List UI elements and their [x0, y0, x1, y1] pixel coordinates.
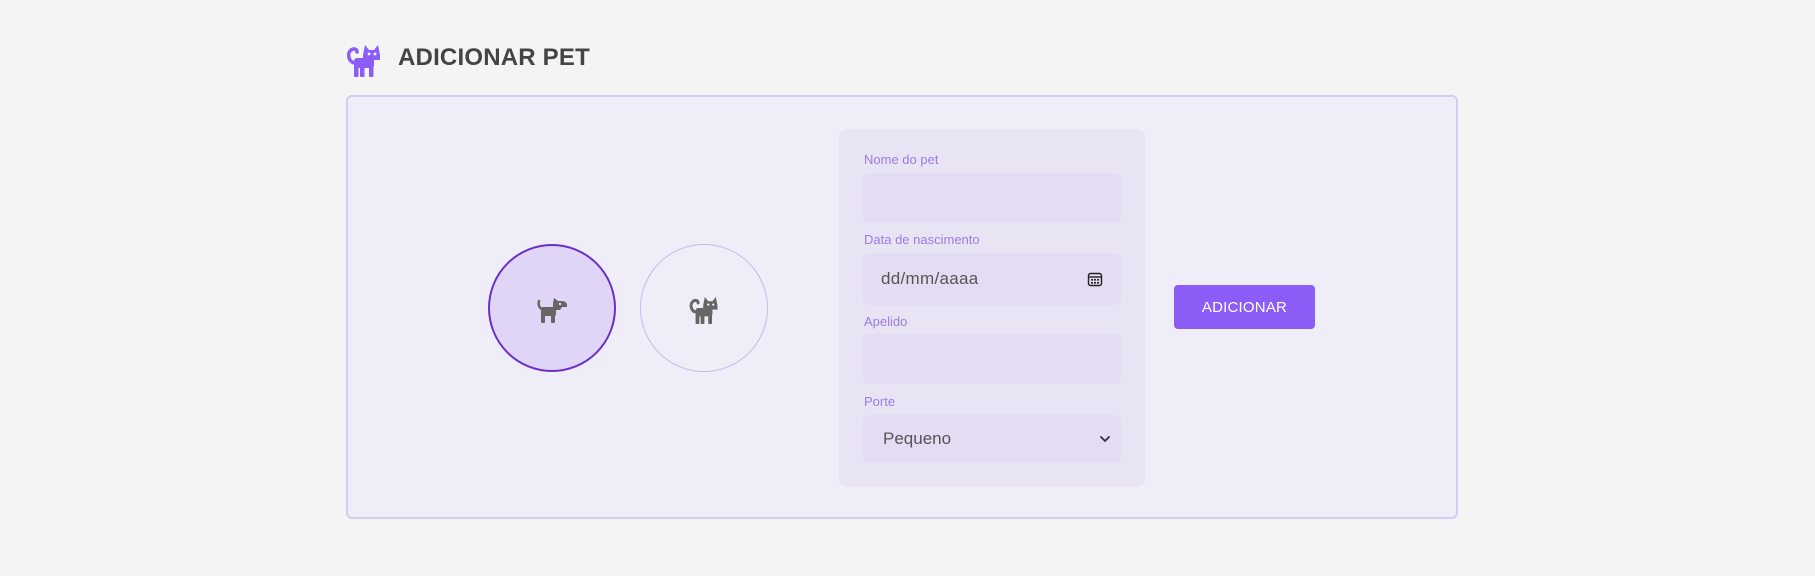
page-title: ADICIONAR PET: [398, 44, 590, 71]
nickname-label: Apelido: [864, 314, 908, 329]
cat-icon: [689, 297, 718, 324]
size-select-value: Pequeno: [883, 429, 952, 448]
chevron-down-icon: [1100, 436, 1110, 442]
page-header: ADICIONAR PET: [346, 38, 590, 78]
add-button[interactable]: ADICIONAR: [1174, 285, 1315, 329]
pet-form: Nome do pet Data de nascimento dd/mm/aaa…: [839, 129, 1145, 487]
cat-icon: [346, 45, 380, 77]
pet-name-label: Nome do pet: [864, 152, 939, 167]
dog-icon: [537, 298, 567, 323]
size-select[interactable]: Pequeno: [863, 415, 1121, 463]
birth-date-input[interactable]: dd/mm/aaaa: [863, 253, 1121, 305]
species-option-cat[interactable]: [640, 244, 768, 372]
birth-date-label: Data de nascimento: [864, 232, 980, 247]
birth-date-placeholder: dd/mm/aaaa: [881, 269, 979, 288]
add-pet-card: Nome do pet Data de nascimento dd/mm/aaa…: [346, 95, 1458, 519]
calendar-icon[interactable]: [1087, 271, 1103, 287]
nickname-input[interactable]: [863, 334, 1121, 384]
pet-name-input[interactable]: [863, 173, 1121, 223]
size-label: Porte: [864, 394, 896, 409]
species-option-dog[interactable]: [488, 244, 616, 372]
